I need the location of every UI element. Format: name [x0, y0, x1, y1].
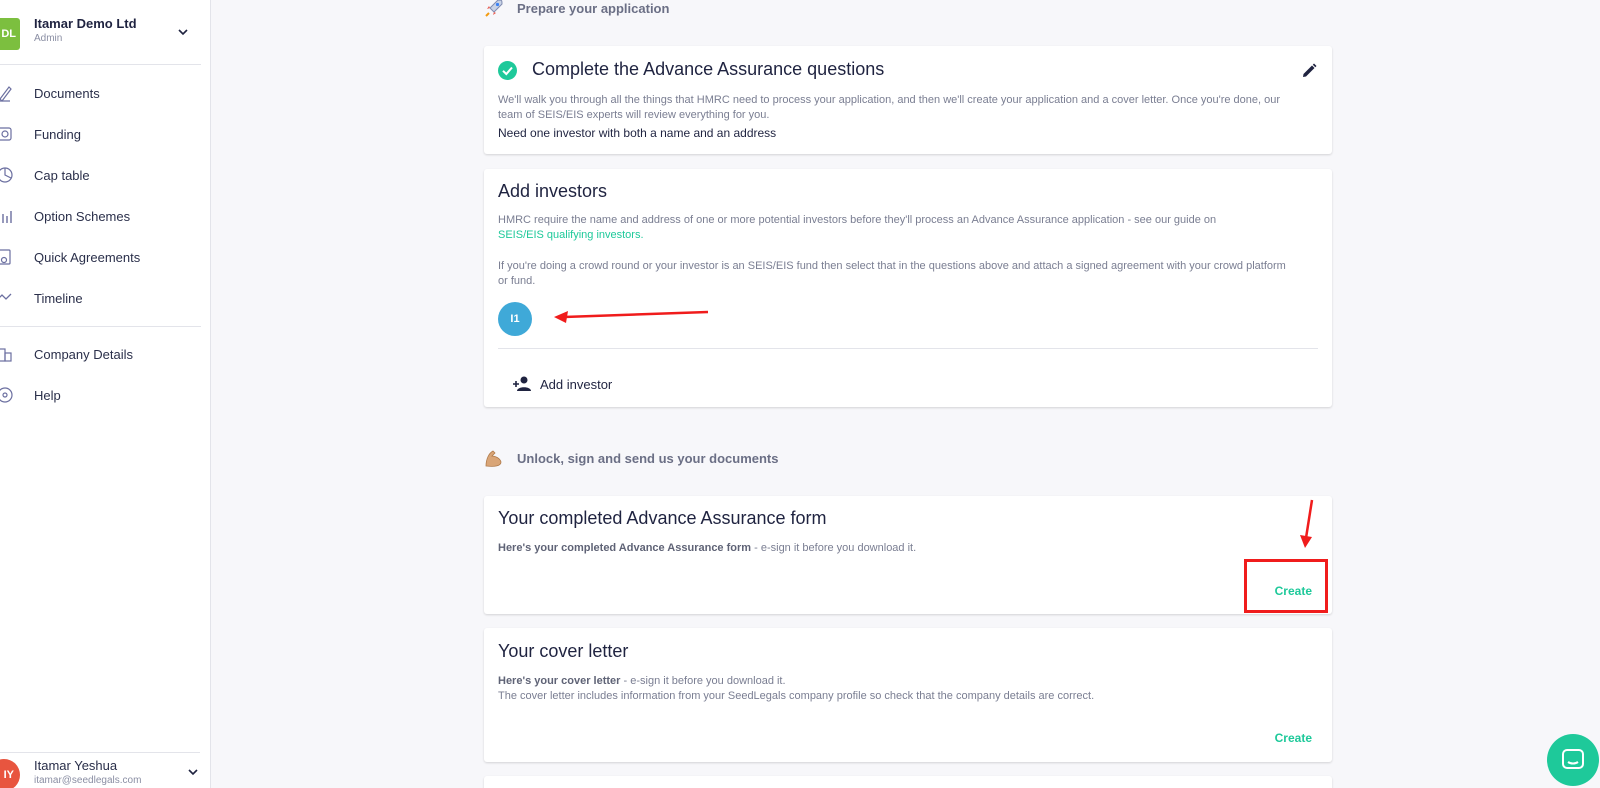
investors-card: Add investors HMRC require the name and … [484, 169, 1332, 407]
sidebar-divider [0, 64, 201, 65]
flexed-bicep-icon [485, 450, 502, 467]
section-title: Unlock, sign and send us your documents [517, 450, 779, 466]
sidebar-item-company-details[interactable]: Company Details [0, 340, 200, 368]
card-description: We'll walk you through all the things th… [498, 94, 1281, 121]
cover-letter-card: Your cover letter Here's your cover lett… [484, 628, 1332, 762]
user-email: itamar@seedlegals.com [34, 775, 142, 786]
sidebar-item-help[interactable]: Help [0, 381, 200, 409]
sidebar-item-cap-table[interactable]: Cap table [0, 161, 200, 189]
sidebar: DL Itamar Demo Ltd Admin Documents Fundi… [0, 0, 211, 788]
company-name: Itamar Demo Ltd [34, 16, 137, 31]
sidebar-item-label: Company Details [34, 346, 133, 362]
rocket-icon [485, 0, 503, 17]
card-divider [498, 348, 1318, 349]
check-circle-icon [498, 61, 517, 80]
next-card [484, 776, 1332, 788]
questions-card: Complete the Advance Assurance questions… [484, 46, 1332, 154]
avatar: IY [0, 759, 20, 788]
sidebar-item-documents[interactable]: Documents [0, 79, 200, 107]
create-assurance-form-button[interactable]: Create [1275, 584, 1312, 598]
card-description: HMRC require the name and address of one… [498, 213, 1298, 243]
add-investor-button[interactable]: Add investor [512, 375, 612, 393]
section-title: Prepare your application [517, 0, 670, 16]
company-switcher[interactable]: DL Itamar Demo Ltd Admin [0, 12, 200, 56]
card-description: Here's your completed Advance Assurance … [498, 541, 1298, 556]
sidebar-item-label: Timeline [34, 290, 83, 306]
section-unlock-header: Unlock, sign and send us your documents [483, 447, 779, 469]
card-text-line2: The cover letter includes information fr… [498, 690, 1095, 702]
sidebar-item-label: Help [34, 387, 61, 403]
user-name: Itamar Yeshua [34, 758, 118, 773]
sidebar-item-quick-agreements[interactable]: Quick Agreements [0, 243, 200, 271]
card-text-rest: - e-sign it before you download it. [620, 675, 786, 687]
company-badge: DL [0, 18, 20, 50]
company-role: Admin [34, 33, 63, 44]
add-investor-label: Add investor [540, 376, 613, 392]
card-note: Need one investor with both a name and a… [498, 126, 777, 140]
card-text-rest: - e-sign it before you download it. [751, 542, 917, 554]
funding-icon [0, 127, 12, 141]
chevron-down-icon[interactable] [176, 25, 190, 39]
document-pen-icon [0, 86, 12, 102]
timeline-icon [0, 293, 12, 300]
investor-avatar[interactable]: I1 [498, 302, 532, 336]
help-icon [0, 387, 13, 403]
sidebar-item-label: Option Schemes [34, 208, 131, 224]
pencil-icon[interactable] [1300, 62, 1318, 80]
cap-table-icon [0, 167, 13, 183]
card-title: Add investors [498, 181, 608, 201]
sidebar-item-label: Cap table [34, 167, 90, 183]
sidebar-item-option-schemes[interactable]: Option Schemes [0, 202, 200, 230]
assurance-form-card: Your completed Advance Assurance form He… [484, 496, 1332, 614]
chevron-down-icon[interactable] [186, 765, 200, 779]
sidebar-item-label: Funding [34, 126, 81, 142]
chat-launcher[interactable] [1547, 734, 1599, 786]
card-text-bold: Here's your cover letter [498, 675, 621, 687]
chart-icon [2, 211, 12, 223]
sidebar-item-funding[interactable]: Funding [0, 120, 200, 148]
user-menu[interactable]: IY Itamar Yeshua itamar@seedlegals.com [0, 752, 200, 788]
sidebar-item-timeline[interactable]: Timeline [0, 284, 200, 312]
card-title: Complete the Advance Assurance questions [532, 59, 885, 79]
add-person-icon [513, 376, 531, 391]
create-cover-letter-button[interactable]: Create [1275, 731, 1312, 745]
sidebar-item-label: Quick Agreements [34, 249, 141, 265]
sidebar-divider [0, 326, 201, 327]
sidebar-item-label: Documents [34, 85, 100, 101]
section-prepare-header: Prepare your application [483, 0, 669, 19]
chat-icon [1562, 749, 1584, 769]
guide-link[interactable]: SEIS/EIS qualifying investors. [498, 229, 644, 241]
card-description-2: If you're doing a crowd round or your in… [498, 260, 1286, 287]
card-text-bold: Here's your completed Advance Assurance … [498, 542, 752, 554]
card-description: Here's your cover letter - e-sign it bef… [498, 674, 1298, 704]
card-text-part: HMRC require the name and address of one… [498, 214, 1217, 226]
card-title: Your completed Advance Assurance form [498, 508, 827, 528]
building-icon [0, 348, 12, 362]
card-title: Your cover letter [498, 641, 629, 661]
agreement-icon [0, 249, 11, 265]
